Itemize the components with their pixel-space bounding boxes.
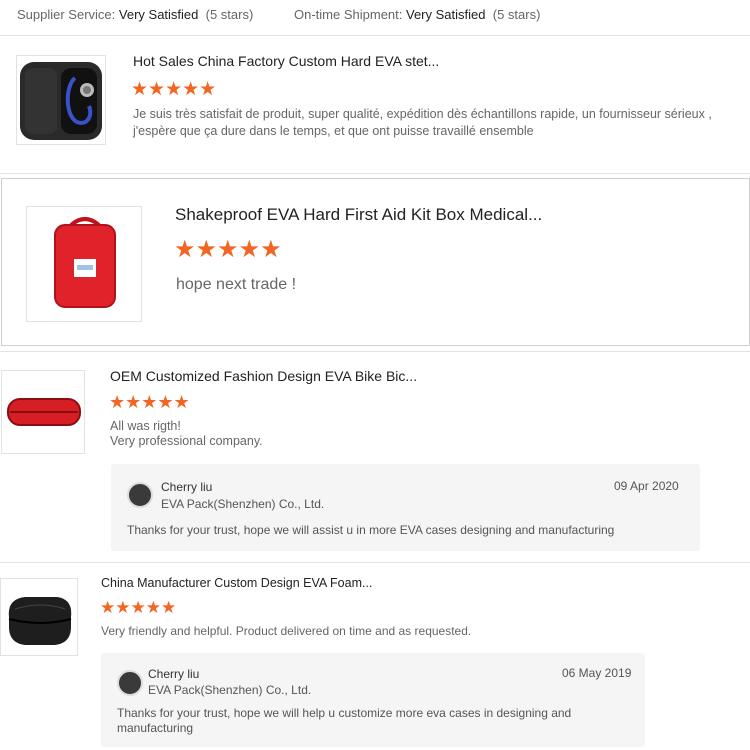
ontime-shipment-rating: On-time Shipment: Very Satisfied (5 star… xyxy=(294,7,540,22)
divider xyxy=(0,173,750,174)
product-title[interactable]: Hot Sales China Factory Custom Hard EVA … xyxy=(133,53,439,69)
seller-reply: Cherry liu EVA Pack(Shenzhen) Co., Ltd. … xyxy=(111,464,700,551)
avatar xyxy=(127,482,153,508)
star-rating: ★★★★★ xyxy=(131,79,217,100)
supplier-service-value: Very Satisfied xyxy=(118,7,199,22)
reply-author-name: Cherry liu xyxy=(161,480,213,494)
review-text-line: Very professional company. xyxy=(110,434,263,448)
reply-company: EVA Pack(Shenzhen) Co., Ltd. xyxy=(148,683,312,697)
ontime-shipment-value: Very Satisfied xyxy=(406,7,486,22)
seller-reply: Cherry liu EVA Pack(Shenzhen) Co., Ltd. … xyxy=(101,653,645,747)
product-title[interactable]: China Manufacturer Custom Design EVA Foa… xyxy=(101,576,372,590)
stethoscope-case-image xyxy=(20,62,102,140)
black-foam-case-image xyxy=(8,597,72,645)
reply-date: 06 May 2019 xyxy=(562,666,632,680)
reply-date: 09 Apr 2020 xyxy=(614,479,679,493)
reply-author-name: Cherry liu xyxy=(148,667,200,681)
ontime-shipment-stars: (5 stars) xyxy=(492,7,541,22)
ontime-shipment-label: On-time Shipment: xyxy=(294,7,403,22)
star-rating: ★★★★★ xyxy=(100,598,177,617)
review-text: Je suis très satisfait de produit, super… xyxy=(133,107,712,138)
red-first-aid-case-image xyxy=(54,217,116,308)
review-card: Hot Sales China Factory Custom Hard EVA … xyxy=(0,36,750,172)
avatar xyxy=(117,670,143,696)
rating-summary: Supplier Service: Very Satisfied (5 star… xyxy=(0,0,750,30)
supplier-service-label: Supplier Service: xyxy=(17,7,116,22)
product-thumbnail[interactable] xyxy=(26,206,142,322)
product-thumbnail[interactable] xyxy=(1,370,85,454)
review-text: hope next trade ! xyxy=(176,276,297,293)
review-card: China Manufacturer Custom Design EVA Foa… xyxy=(0,563,750,750)
supplier-service-stars: (5 stars) xyxy=(205,7,254,22)
reply-company: EVA Pack(Shenzhen) Co., Ltd. xyxy=(161,497,325,511)
review-card: Shakeproof EVA Hard First Aid Kit Box Me… xyxy=(1,178,750,346)
review-text: Very friendly and helpful. Product deliv… xyxy=(101,624,472,638)
product-thumbnail[interactable] xyxy=(16,55,106,145)
review-card: OEM Customized Fashion Design EVA Bike B… xyxy=(0,352,750,562)
supplier-service-rating: Supplier Service: Very Satisfied (5 star… xyxy=(17,7,253,22)
product-thumbnail[interactable] xyxy=(0,578,78,656)
star-rating: ★★★★★ xyxy=(174,236,282,263)
red-bike-case-image xyxy=(7,398,81,426)
product-title[interactable]: OEM Customized Fashion Design EVA Bike B… xyxy=(110,368,417,384)
star-rating: ★★★★★ xyxy=(109,392,190,412)
reply-message: Thanks for your trust, hope we will assi… xyxy=(127,523,615,537)
product-title[interactable]: Shakeproof EVA Hard First Aid Kit Box Me… xyxy=(175,205,542,225)
reply-message: Thanks for your trust, hope we will help… xyxy=(117,706,572,735)
